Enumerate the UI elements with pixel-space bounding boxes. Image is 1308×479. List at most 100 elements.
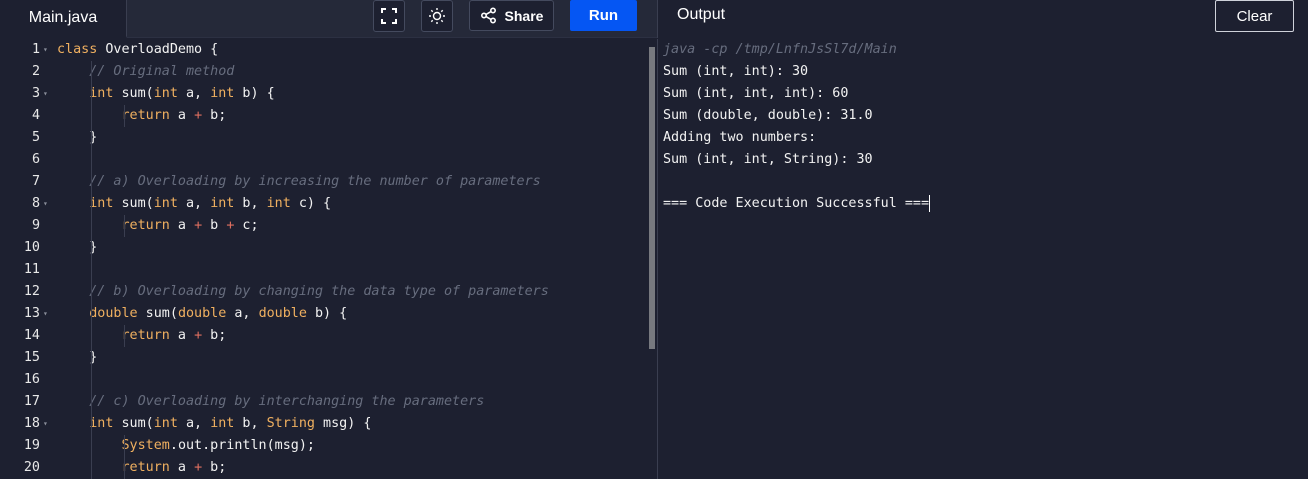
- clear-label: Clear: [1236, 7, 1273, 25]
- code-line[interactable]: 5 }: [0, 127, 648, 149]
- code-token: a: [169, 328, 195, 343]
- indent-guide: [124, 435, 125, 479]
- code-line[interactable]: 12 // b) Overloading by changing the dat…: [0, 281, 648, 303]
- code-line[interactable]: 1 ▾ class OverloadDemo {: [0, 39, 648, 61]
- code-line[interactable]: 20 return a + b;: [0, 457, 648, 479]
- top-bar: Main.java Share Run Output Clear: [0, 0, 1308, 38]
- fold-toggle-icon[interactable]: ▾: [43, 193, 48, 215]
- code-line[interactable]: 14 return a + b;: [0, 325, 648, 347]
- code-token: +: [194, 328, 203, 343]
- code-token: b,: [234, 196, 267, 211]
- code-text: System.out.println(msg);: [57, 435, 316, 457]
- theme-toggle-button[interactable]: [421, 0, 453, 32]
- fold-toggle-icon[interactable]: ▾: [43, 303, 48, 325]
- code-token: +: [194, 218, 203, 233]
- code-token: +: [194, 460, 203, 475]
- line-number: 17: [23, 394, 40, 409]
- code-token: sum(: [113, 196, 154, 211]
- code-token: int: [153, 86, 178, 101]
- code-text: // a) Overloading by increasing the numb…: [57, 171, 541, 193]
- line-number: 19: [23, 438, 40, 453]
- output-text: Sum (int, int): 30: [663, 64, 809, 79]
- run-button[interactable]: Run: [570, 0, 637, 31]
- code-line[interactable]: 9 return a + b + c;: [0, 215, 648, 237]
- code-line[interactable]: 6: [0, 149, 648, 171]
- code-token: msg) {: [315, 416, 372, 431]
- indent-guide: [91, 61, 92, 479]
- output-text: === Code Execution Successful ===: [663, 196, 930, 211]
- tab-main-java[interactable]: Main.java: [0, 0, 127, 38]
- line-number: 13: [23, 306, 40, 321]
- code-text: int sum(int a, int b, int c) {: [57, 193, 331, 215]
- code-text: int sum(int a, int b, String msg) {: [57, 413, 371, 435]
- output-line: Sum (int, int): 30: [663, 61, 808, 83]
- code-token: a,: [226, 306, 259, 321]
- code-token: b: [202, 218, 227, 233]
- code-line[interactable]: 16: [0, 369, 648, 391]
- code-line[interactable]: 13 ▾ double sum(double a, double b) {: [0, 303, 648, 325]
- line-number: 12: [23, 284, 40, 299]
- code-token: sum(: [137, 306, 178, 321]
- share-label: Share: [504, 7, 544, 24]
- line-number: 18: [23, 416, 40, 431]
- fold-toggle-icon[interactable]: ▾: [43, 413, 48, 435]
- code-text: // Original method: [57, 61, 234, 83]
- output-line: Adding two numbers:: [663, 127, 816, 149]
- fullscreen-button[interactable]: [373, 0, 405, 32]
- code-editor[interactable]: 1 ▾ class OverloadDemo {2 // Original meth…: [0, 39, 657, 479]
- line-number: 15: [23, 350, 40, 365]
- line-number: 9: [31, 218, 40, 233]
- code-text: return a + b;: [57, 457, 227, 479]
- fold-toggle-icon[interactable]: ▾: [43, 39, 48, 61]
- clear-button[interactable]: Clear: [1215, 0, 1294, 32]
- code-token: b;: [202, 108, 227, 123]
- line-number: 10: [23, 240, 40, 255]
- code-line[interactable]: 11: [0, 259, 648, 281]
- code-line[interactable]: 18 ▾ int sum(int a, int b, String msg) {: [0, 413, 648, 435]
- code-token: b,: [234, 416, 267, 431]
- output-line: Sum (double, double): 31.0: [663, 105, 873, 127]
- code-line[interactable]: 8 ▾ int sum(int a, int b, int c) {: [0, 193, 648, 215]
- fold-toggle-icon[interactable]: ▾: [43, 83, 48, 105]
- text-cursor: [929, 194, 931, 212]
- code-line[interactable]: 19 System.out.println(msg);: [0, 435, 648, 457]
- indent-guide: [124, 325, 125, 347]
- output-text: Sum (int, int, String): 30: [663, 152, 873, 167]
- code-line[interactable]: 3 ▾ int sum(int a, int b) {: [0, 83, 648, 105]
- code-token: String: [266, 416, 315, 431]
- code-token: c) {: [290, 196, 332, 211]
- line-number: 1: [31, 42, 40, 57]
- code-token: int: [89, 86, 114, 101]
- code-token: // a) Overloading by increasing the numb…: [89, 174, 541, 189]
- line-number: 6: [31, 152, 40, 167]
- code-token: +: [194, 108, 203, 123]
- tab-label: Main.java: [28, 9, 98, 26]
- editor-scrollbar[interactable]: [649, 47, 655, 349]
- code-token: a: [169, 108, 195, 123]
- code-line[interactable]: 17 // c) Overloading by interchanging th…: [0, 391, 648, 413]
- code-token: int: [89, 416, 114, 431]
- share-button[interactable]: Share: [469, 0, 554, 31]
- code-token: class: [57, 42, 98, 57]
- code-line[interactable]: 7 // a) Overloading by increasing the nu…: [0, 171, 648, 193]
- code-token: double: [89, 306, 138, 321]
- indent-guide: [124, 215, 125, 237]
- code-token: return: [121, 460, 170, 475]
- code-token: return: [121, 108, 170, 123]
- code-token: System: [121, 438, 170, 453]
- code-text: class OverloadDemo {: [57, 39, 218, 61]
- output-text: Sum (int, int, int): 60: [663, 86, 849, 101]
- code-line[interactable]: 4 return a + b;: [0, 105, 648, 127]
- indent-guide: [124, 105, 125, 127]
- line-number: 2: [31, 64, 40, 79]
- code-token: a: [169, 218, 195, 233]
- code-token: int: [210, 86, 235, 101]
- code-line[interactable]: 10 }: [0, 237, 648, 259]
- code-line[interactable]: 2 // Original method: [0, 61, 648, 83]
- code-line[interactable]: 15 }: [0, 347, 648, 369]
